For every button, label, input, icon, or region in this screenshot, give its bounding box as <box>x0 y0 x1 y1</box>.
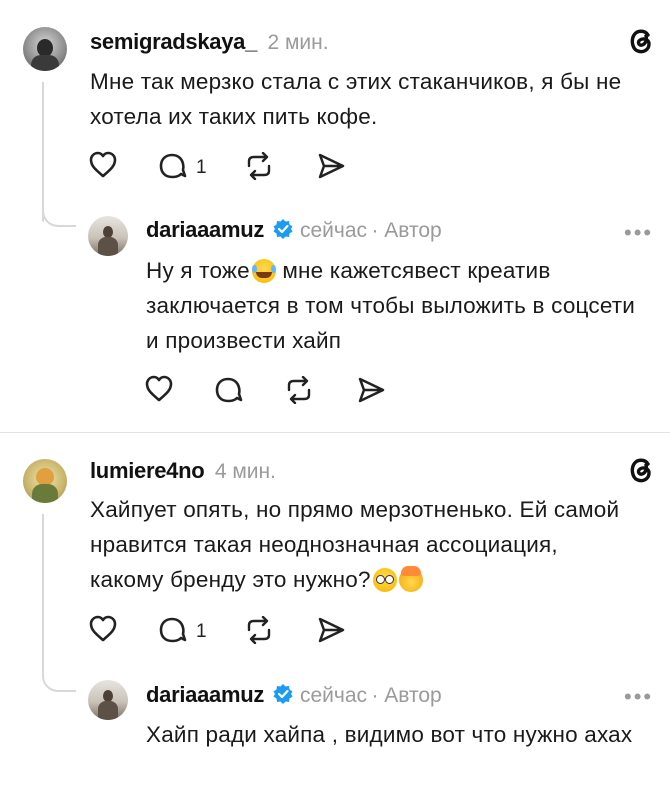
author-badge: · Автор <box>371 684 442 707</box>
share-icon[interactable] <box>316 616 346 649</box>
thread-line <box>42 514 44 664</box>
threads-logo-icon[interactable] <box>624 24 658 58</box>
comment-icon[interactable] <box>212 375 244 410</box>
comment-icon[interactable] <box>156 615 188 650</box>
comment-text: Мне так мерзко стала с этих стаканчиков,… <box>90 69 622 129</box>
heart-icon[interactable] <box>88 614 118 649</box>
threads-logo-icon[interactable] <box>624 453 658 487</box>
timestamp: сейчас <box>299 684 367 707</box>
author-badge: · Автор <box>371 219 442 242</box>
repost-icon[interactable] <box>244 615 274 649</box>
share-icon[interactable] <box>356 376 386 409</box>
avatar[interactable] <box>23 459 67 503</box>
thread-curve <box>42 660 76 692</box>
username[interactable]: dariaaamuz <box>146 682 264 707</box>
exploding-head-emoji-icon <box>398 566 423 592</box>
reply-text-part: Ну я тоже <box>146 258 250 283</box>
username[interactable]: dariaaamuz <box>146 217 264 242</box>
timestamp: сейчас <box>299 219 367 242</box>
avatar[interactable] <box>88 216 128 256</box>
more-icon[interactable]: ••• <box>624 684 653 710</box>
avatar[interactable] <box>88 680 128 720</box>
laughing-emoji-icon <box>251 259 276 283</box>
repost-icon[interactable] <box>244 151 274 185</box>
comment-text-part: Хайпует опять, но прямо мерзотненько. Ей… <box>90 497 620 592</box>
thread-curve <box>42 195 76 227</box>
username[interactable]: lumiere4no <box>90 458 205 483</box>
reply-text: Хайп ради хайпа , видимо вот что нужно а… <box>146 722 633 747</box>
flushed-emoji-icon <box>372 568 397 592</box>
verified-badge-icon <box>272 218 294 245</box>
timestamp: 4 мин. <box>214 460 276 483</box>
username[interactable]: semigradskaya_ <box>90 29 257 54</box>
reply-count: 1 <box>196 621 207 642</box>
reply-text: Ну я тоже мне кажетсявест креатив заключ… <box>146 253 636 358</box>
verified-badge-icon <box>272 683 294 710</box>
repost-icon[interactable] <box>284 375 314 409</box>
heart-icon[interactable] <box>88 150 118 185</box>
timestamp: 2 мин. <box>267 31 329 54</box>
comment-icon[interactable] <box>156 151 188 186</box>
avatar[interactable] <box>23 27 67 71</box>
reply-count: 1 <box>196 157 207 178</box>
share-icon[interactable] <box>316 152 346 185</box>
divider <box>0 432 670 433</box>
heart-icon[interactable] <box>144 374 174 409</box>
comment-text: Хайпует опять, но прямо мерзотненько. Ей… <box>90 492 630 597</box>
more-icon[interactable]: ••• <box>624 220 653 246</box>
